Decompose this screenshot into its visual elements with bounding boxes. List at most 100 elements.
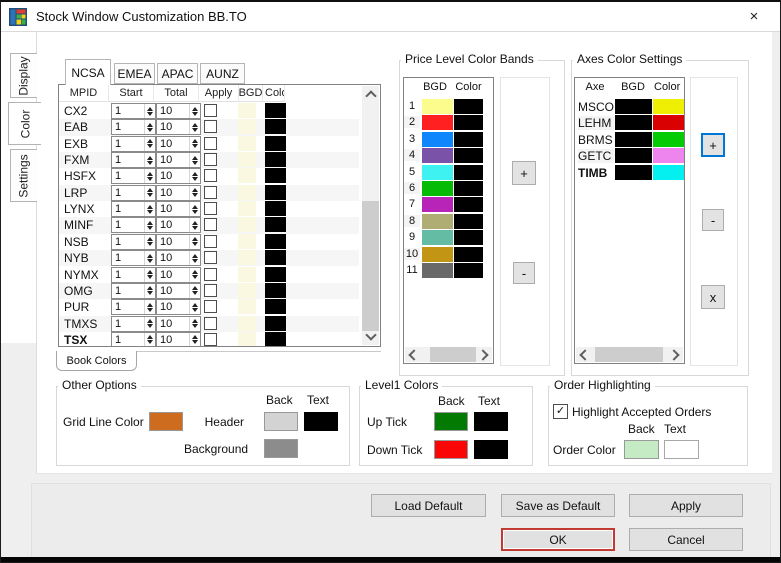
close-button[interactable]: × (738, 2, 770, 30)
band-bgd-swatch[interactable] (422, 197, 453, 212)
band-color-swatch[interactable] (454, 99, 483, 114)
tab-ncsa[interactable]: NCSA (65, 59, 111, 85)
tab-settings[interactable]: Settings (10, 149, 37, 202)
spinner-arrows-icon[interactable] (144, 284, 155, 298)
axe-color-swatch[interactable] (653, 115, 684, 130)
bgd-color-swatch[interactable] (238, 332, 256, 347)
bgd-color-swatch[interactable] (238, 234, 256, 249)
scroll-right-icon[interactable] (477, 349, 488, 360)
bgd-color-swatch[interactable] (238, 168, 256, 183)
remove-axe-button[interactable]: - (702, 209, 724, 231)
start-spinner[interactable]: 1 (111, 217, 156, 233)
scrollbar-thumb[interactable] (595, 347, 663, 362)
delete-axe-button[interactable]: x (701, 285, 725, 309)
spinner-arrows-icon[interactable] (144, 268, 155, 282)
apply-checkbox[interactable] (204, 218, 217, 231)
down-tick-text-swatch[interactable] (474, 440, 508, 459)
scroll-right-icon[interactable] (668, 349, 679, 360)
spinner-arrows-icon[interactable] (189, 284, 200, 298)
start-spinner[interactable]: 1 (111, 201, 156, 217)
apply-checkbox[interactable] (204, 137, 217, 150)
band-bgd-swatch[interactable] (422, 148, 453, 163)
bgd-color-swatch[interactable] (238, 217, 256, 232)
highlight-accepted-checkbox[interactable]: ✓ (553, 404, 568, 419)
apply-button[interactable]: Apply (629, 494, 743, 517)
save-as-default-button[interactable]: Save as Default (501, 494, 615, 517)
horizontal-scrollbar[interactable] (576, 347, 683, 362)
up-tick-text-swatch[interactable] (474, 412, 508, 431)
scroll-left-icon[interactable] (408, 349, 419, 360)
band-bgd-swatch[interactable] (422, 230, 453, 245)
bgd-color-swatch[interactable] (238, 119, 256, 134)
start-spinner[interactable]: 1 (111, 267, 156, 283)
color-swatch[interactable] (265, 332, 286, 347)
band-color-swatch[interactable] (454, 263, 483, 278)
apply-checkbox[interactable] (204, 317, 217, 330)
apply-checkbox[interactable] (204, 333, 217, 346)
start-spinner[interactable]: 1 (111, 234, 156, 250)
grid-line-color-swatch[interactable] (149, 412, 183, 431)
scroll-down-icon[interactable] (365, 329, 376, 340)
up-tick-back-swatch[interactable] (434, 412, 468, 431)
start-spinner[interactable]: 1 (111, 185, 156, 201)
spinner-arrows-icon[interactable] (189, 202, 200, 216)
apply-checkbox[interactable] (204, 120, 217, 133)
axe-color-swatch[interactable] (653, 99, 684, 114)
color-swatch[interactable] (265, 119, 286, 134)
start-spinner[interactable]: 1 (111, 299, 156, 315)
spinner-arrows-icon[interactable] (189, 333, 200, 347)
band-color-swatch[interactable] (454, 181, 483, 196)
total-spinner[interactable]: 10 (156, 283, 201, 299)
band-bgd-swatch[interactable] (422, 214, 453, 229)
total-spinner[interactable]: 10 (156, 332, 201, 347)
color-swatch[interactable] (265, 185, 286, 200)
color-swatch[interactable] (265, 201, 286, 216)
bgd-color-swatch[interactable] (238, 201, 256, 216)
spinner-arrows-icon[interactable] (189, 218, 200, 232)
total-spinner[interactable]: 10 (156, 217, 201, 233)
band-bgd-swatch[interactable] (422, 115, 453, 130)
color-swatch[interactable] (265, 217, 286, 232)
total-spinner[interactable]: 10 (156, 168, 201, 184)
background-swatch[interactable] (264, 439, 298, 458)
start-spinner[interactable]: 1 (111, 119, 156, 135)
bgd-color-swatch[interactable] (238, 316, 256, 331)
spinner-arrows-icon[interactable] (189, 153, 200, 167)
spinner-arrows-icon[interactable] (189, 120, 200, 134)
order-back-swatch[interactable] (624, 440, 659, 459)
axe-bgd-swatch[interactable] (615, 99, 652, 114)
spinner-arrows-icon[interactable] (189, 186, 200, 200)
spinner-arrows-icon[interactable] (144, 333, 155, 347)
spinner-arrows-icon[interactable] (144, 300, 155, 314)
band-bgd-swatch[interactable] (422, 263, 453, 278)
apply-checkbox[interactable] (204, 202, 217, 215)
header-back-swatch[interactable] (264, 412, 298, 431)
total-spinner[interactable]: 10 (156, 103, 201, 119)
apply-checkbox[interactable] (204, 235, 217, 248)
total-spinner[interactable]: 10 (156, 152, 201, 168)
scrollbar-thumb[interactable] (430, 347, 476, 362)
color-swatch[interactable] (265, 283, 286, 298)
color-swatch[interactable] (265, 103, 286, 118)
apply-checkbox[interactable] (204, 153, 217, 166)
bgd-color-swatch[interactable] (238, 136, 256, 151)
order-text-swatch[interactable] (664, 440, 699, 459)
axe-color-swatch[interactable] (653, 132, 684, 147)
band-bgd-swatch[interactable] (422, 247, 453, 262)
start-spinner[interactable]: 1 (111, 250, 156, 266)
spinner-arrows-icon[interactable] (144, 235, 155, 249)
add-band-button[interactable]: + (512, 161, 536, 185)
spinner-arrows-icon[interactable] (144, 251, 155, 265)
band-color-swatch[interactable] (454, 132, 483, 147)
color-swatch[interactable] (265, 299, 286, 314)
color-swatch[interactable] (265, 250, 286, 265)
tab-color[interactable]: Color (8, 102, 41, 145)
apply-checkbox[interactable] (204, 169, 217, 182)
start-spinner[interactable]: 1 (111, 332, 156, 347)
axe-bgd-swatch[interactable] (615, 148, 652, 163)
apply-checkbox[interactable] (204, 284, 217, 297)
bgd-color-swatch[interactable] (238, 185, 256, 200)
spinner-arrows-icon[interactable] (189, 104, 200, 118)
color-swatch[interactable] (265, 136, 286, 151)
start-spinner[interactable]: 1 (111, 136, 156, 152)
